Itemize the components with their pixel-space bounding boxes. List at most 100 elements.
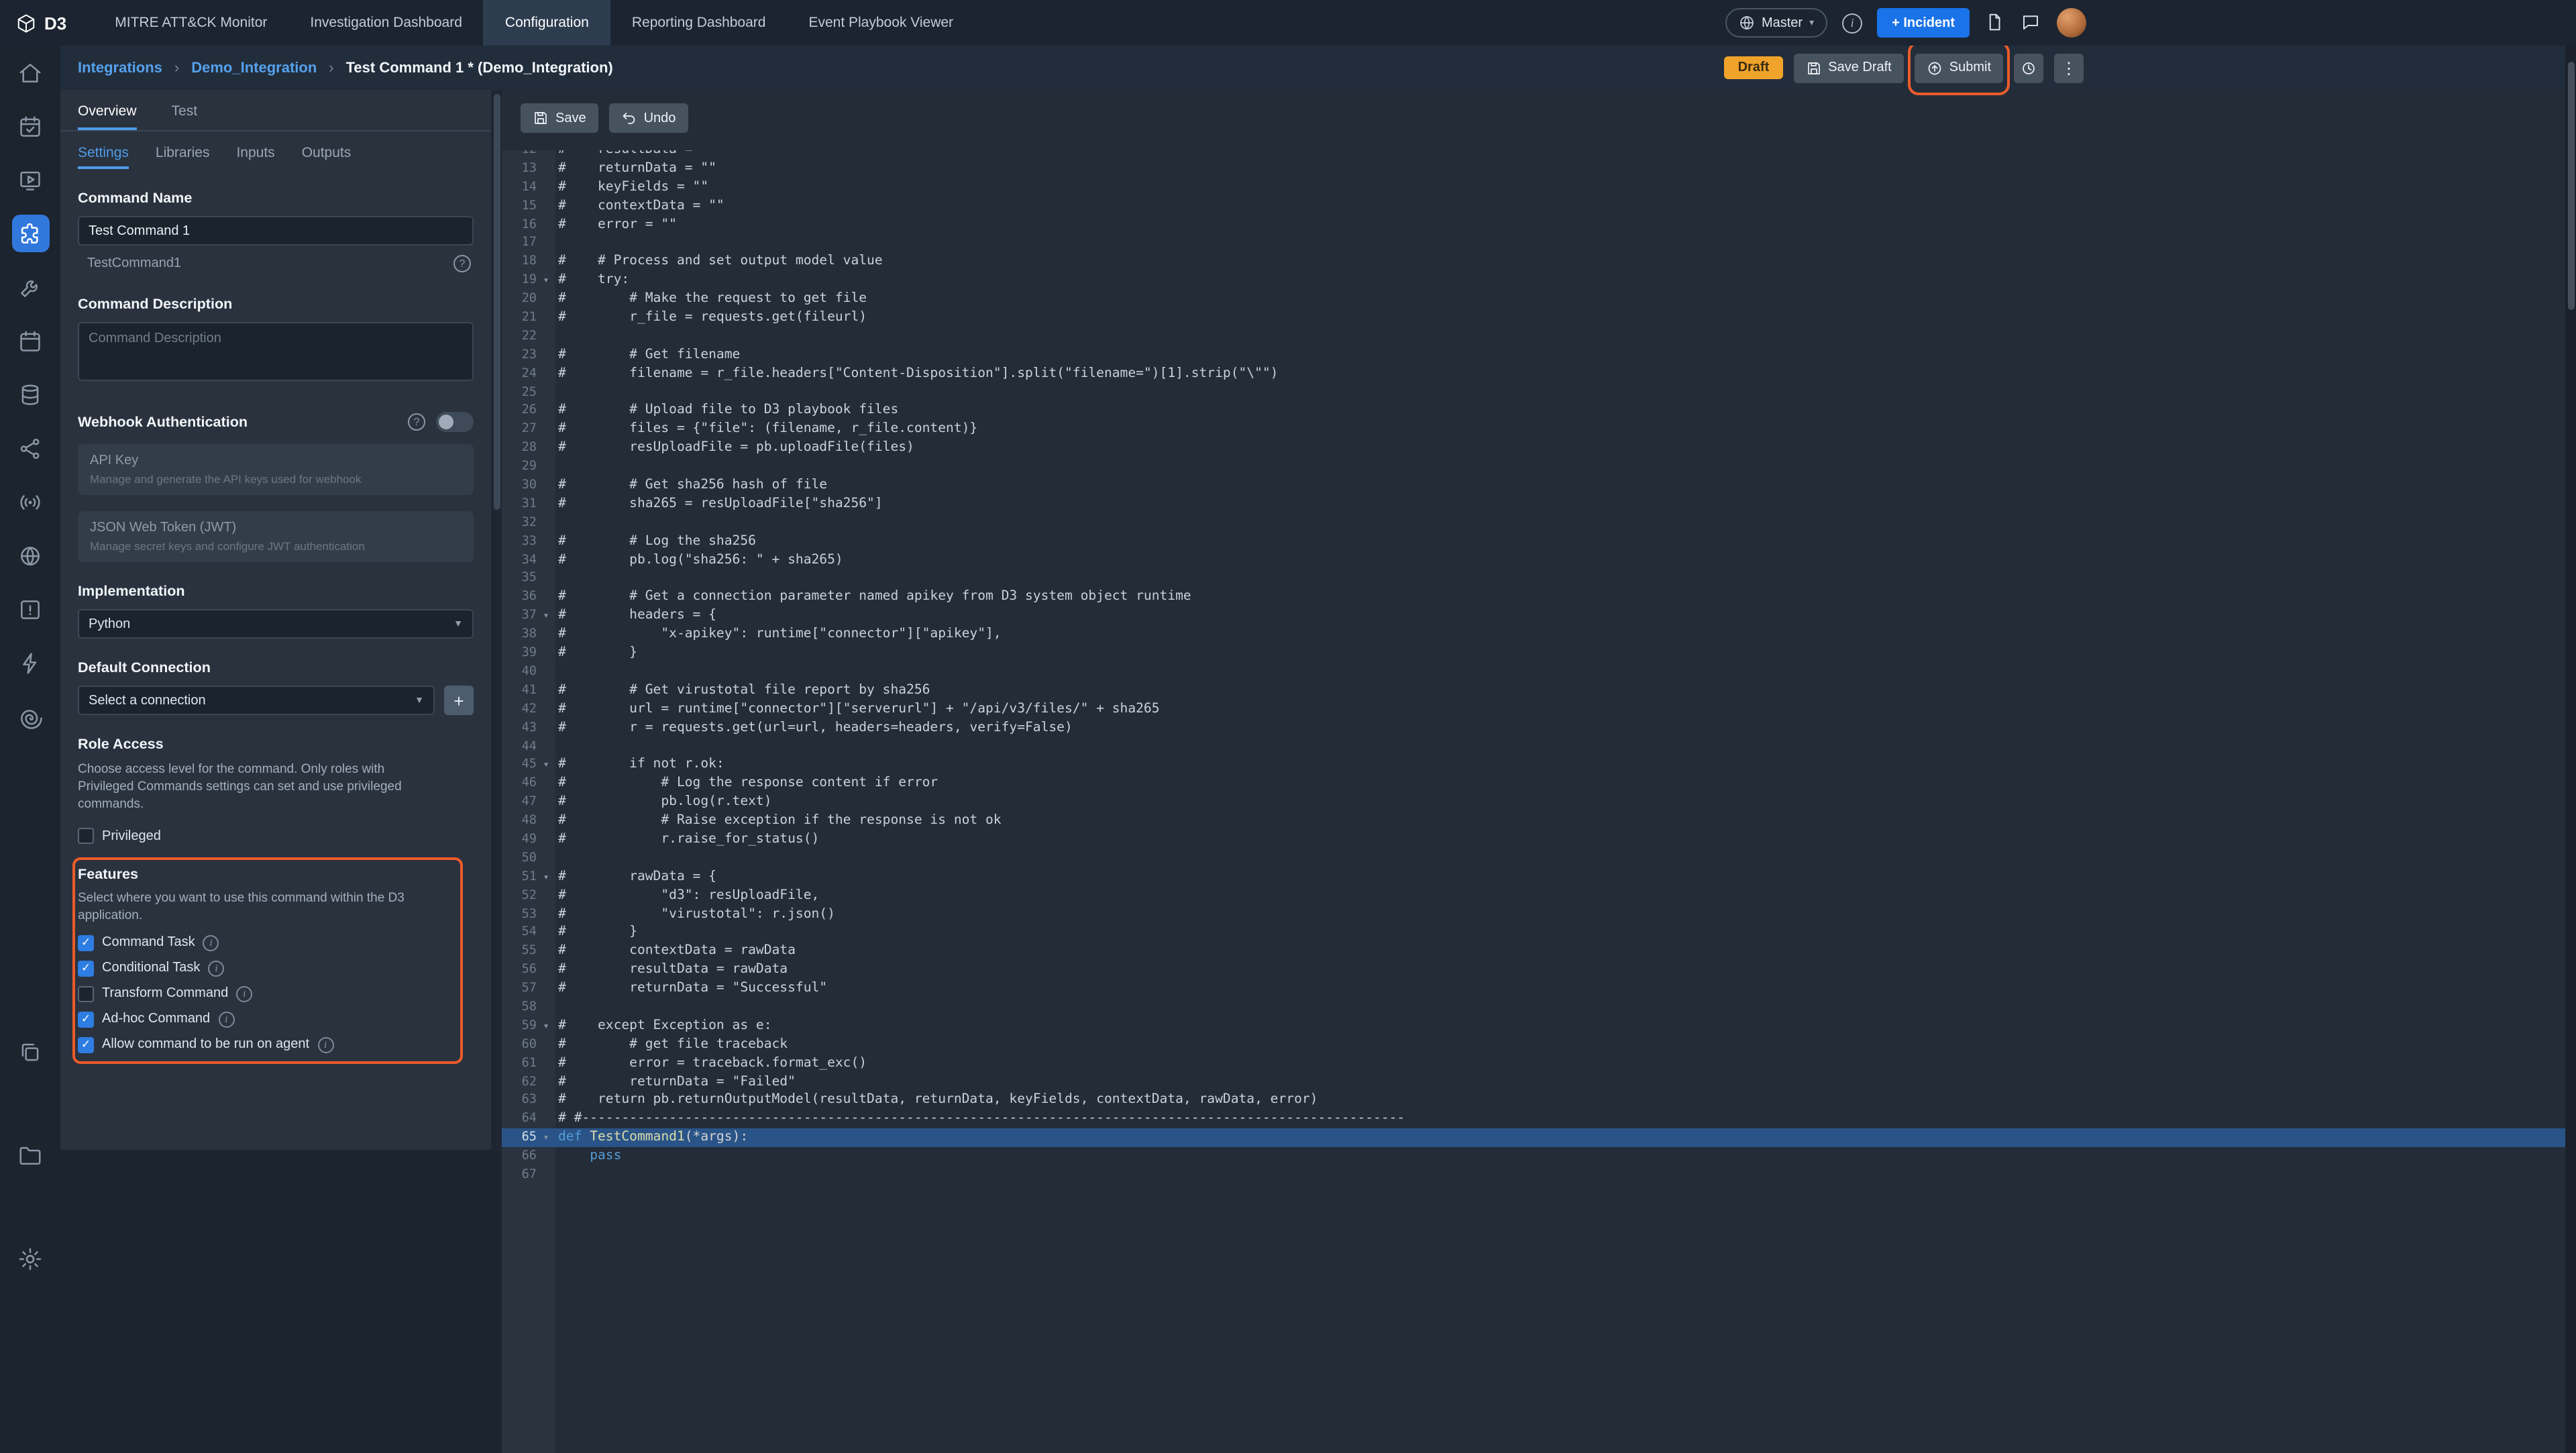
subtab-libraries[interactable]: Libraries: [156, 145, 210, 169]
code-line[interactable]: 34# pb.log("sha256: " + sha265): [502, 551, 2565, 570]
page-scrollbar[interactable]: [2565, 46, 2576, 1453]
code-line[interactable]: 27# files = {"file": (filename, r_file.c…: [502, 421, 2565, 439]
code-line[interactable]: 41# # Get virustotal file report by sha2…: [502, 682, 2565, 700]
privileged-checkbox[interactable]: [78, 828, 94, 845]
sidebar-item-share-nodes[interactable]: [0, 421, 60, 475]
code-line[interactable]: 43# r = requests.get(url=url, headers=he…: [502, 718, 2565, 737]
sidebar-item-broadcast[interactable]: [0, 475, 60, 529]
info-icon[interactable]: i: [317, 1036, 333, 1053]
code-line[interactable]: 38# "x-apikey": runtime["connector"]["ap…: [502, 625, 2565, 644]
fold-chevron-icon[interactable]: ▾: [537, 756, 555, 775]
sidebar-item-spiral[interactable]: [0, 690, 60, 743]
editor-undo-button[interactable]: Undo: [609, 103, 688, 133]
code-line[interactable]: 31# sha265 = resUploadFile["sha256"]: [502, 495, 2565, 514]
code-line[interactable]: 50: [502, 849, 2565, 868]
code-line[interactable]: 40: [502, 663, 2565, 682]
code-line[interactable]: 51▾# rawData = {: [502, 867, 2565, 886]
code-line[interactable]: 16# error = "": [502, 215, 2565, 234]
code-line[interactable]: 32: [502, 514, 2565, 533]
add-connection-button[interactable]: +: [444, 686, 474, 715]
code-line[interactable]: 18# # Process and set output model value: [502, 253, 2565, 272]
form-panel-scrollbar[interactable]: [491, 90, 502, 1150]
webhook-auth-toggle[interactable]: [436, 412, 474, 432]
code-line[interactable]: 52# "d3": resUploadFile,: [502, 886, 2565, 905]
subtab-outputs[interactable]: Outputs: [302, 145, 352, 169]
code-line[interactable]: 59▾# except Exception as e:: [502, 1017, 2565, 1036]
breadcrumb-link-integration[interactable]: Demo_Integration: [191, 60, 317, 76]
code-line[interactable]: 45▾# if not r.ok:: [502, 756, 2565, 775]
code-line[interactable]: 36# # Get a connection parameter named a…: [502, 588, 2565, 607]
info-icon[interactable]: i: [236, 985, 252, 1002]
tab-test[interactable]: Test: [172, 103, 198, 130]
code-line[interactable]: 58: [502, 998, 2565, 1017]
editor-save-button[interactable]: Save: [521, 103, 598, 133]
code-line[interactable]: 21# r_file = requests.get(fileurl): [502, 309, 2565, 327]
code-line[interactable]: 26# # Upload file to D3 playbook files: [502, 402, 2565, 421]
scrollbar-thumb[interactable]: [493, 94, 500, 510]
fold-chevron-icon[interactable]: ▾: [537, 1128, 555, 1147]
code-line[interactable]: 24# filename = r_file.headers["Content-D…: [502, 364, 2565, 383]
sidebar-item-puzzle[interactable]: [0, 207, 60, 260]
code-line[interactable]: 63# return pb.returnOutputModel(resultDa…: [502, 1091, 2565, 1110]
code-line[interactable]: 66 pass: [502, 1147, 2565, 1166]
code-line[interactable]: 49# r.raise_for_status(): [502, 830, 2565, 849]
code-line[interactable]: 54# }: [502, 924, 2565, 943]
sidebar-item-bolt[interactable]: [0, 636, 60, 690]
code-line[interactable]: 12# resultData = "": [502, 150, 2565, 160]
breadcrumb-link-integrations[interactable]: Integrations: [78, 60, 162, 76]
code-line[interactable]: 29: [502, 458, 2565, 476]
sidebar-item-tools[interactable]: [0, 260, 60, 314]
command-description-input[interactable]: [78, 322, 474, 381]
master-dropdown[interactable]: Master ▾: [1725, 8, 1827, 38]
add-incident-button[interactable]: + Incident: [1877, 8, 1970, 38]
document-icon[interactable]: [1984, 12, 2006, 34]
sidebar-item-calendar-check[interactable]: [0, 99, 60, 153]
sidebar-item-home[interactable]: [0, 46, 60, 99]
code-line[interactable]: 64# #-----------------------------------…: [502, 1110, 2565, 1129]
code-line[interactable]: 62# returnData = "Failed": [502, 1073, 2565, 1091]
nav-item-event-playbook-viewer[interactable]: Event Playbook Viewer: [787, 0, 975, 46]
code-line[interactable]: 33# # Log the sha256: [502, 532, 2565, 551]
default-connection-select[interactable]: Select a connection ▼: [78, 686, 435, 715]
scrollbar-thumb[interactable]: [2567, 62, 2574, 310]
command-name-input[interactable]: [78, 216, 474, 246]
subtab-settings[interactable]: Settings: [78, 145, 129, 169]
sidebar-item-alert-box[interactable]: [0, 582, 60, 636]
code-line[interactable]: 23# # Get filename: [502, 346, 2565, 365]
sidebar-item-gear[interactable]: [0, 1232, 60, 1285]
submit-button[interactable]: Submit: [1915, 53, 2003, 83]
code-line[interactable]: 35: [502, 570, 2565, 588]
code-line[interactable]: 56# resultData = rawData: [502, 961, 2565, 979]
d3-logo[interactable]: D3: [0, 13, 93, 33]
help-icon[interactable]: ?: [453, 254, 471, 272]
sidebar-item-copy[interactable]: [0, 1025, 60, 1079]
code-line[interactable]: 25: [502, 383, 2565, 402]
code-line[interactable]: 13# returnData = "": [502, 160, 2565, 178]
info-icon[interactable]: i: [208, 960, 224, 976]
sidebar-item-play-screen[interactable]: [0, 153, 60, 207]
code-line[interactable]: 55# contextData = rawData: [502, 943, 2565, 961]
feature-checkbox[interactable]: ✓: [78, 934, 94, 951]
code-line[interactable]: 57# returnData = "Successful": [502, 979, 2565, 998]
code-line[interactable]: 17: [502, 234, 2565, 253]
code-line[interactable]: 61# error = traceback.format_exc(): [502, 1054, 2565, 1073]
code-line[interactable]: 14# keyFields = "": [502, 178, 2565, 197]
code-line-active[interactable]: 65▾def TestCommand1(*args):: [502, 1128, 2565, 1147]
feature-checkbox[interactable]: [78, 985, 94, 1002]
code-line[interactable]: 20# # Make the request to get file: [502, 290, 2565, 309]
nav-item-mitre-att-ck-monitor[interactable]: MITRE ATT&CK Monitor: [93, 0, 288, 46]
code-line[interactable]: 60# # get file traceback: [502, 1036, 2565, 1055]
sidebar-item-globe[interactable]: [0, 529, 60, 582]
feature-checkbox[interactable]: ✓: [78, 1011, 94, 1027]
subtab-inputs[interactable]: Inputs: [236, 145, 274, 169]
code-line[interactable]: 39# }: [502, 644, 2565, 663]
nav-item-reporting-dashboard[interactable]: Reporting Dashboard: [610, 0, 788, 46]
avatar[interactable]: [2057, 8, 2086, 38]
code-line[interactable]: 44: [502, 737, 2565, 756]
code-line[interactable]: 15# contextData = "": [502, 197, 2565, 215]
more-options-button[interactable]: ⋮: [2054, 53, 2084, 83]
code-line[interactable]: 19▾# try:: [502, 271, 2565, 290]
sidebar-item-calendar[interactable]: [0, 314, 60, 368]
nav-item-configuration[interactable]: Configuration: [484, 0, 610, 46]
help-icon[interactable]: ?: [408, 413, 425, 431]
